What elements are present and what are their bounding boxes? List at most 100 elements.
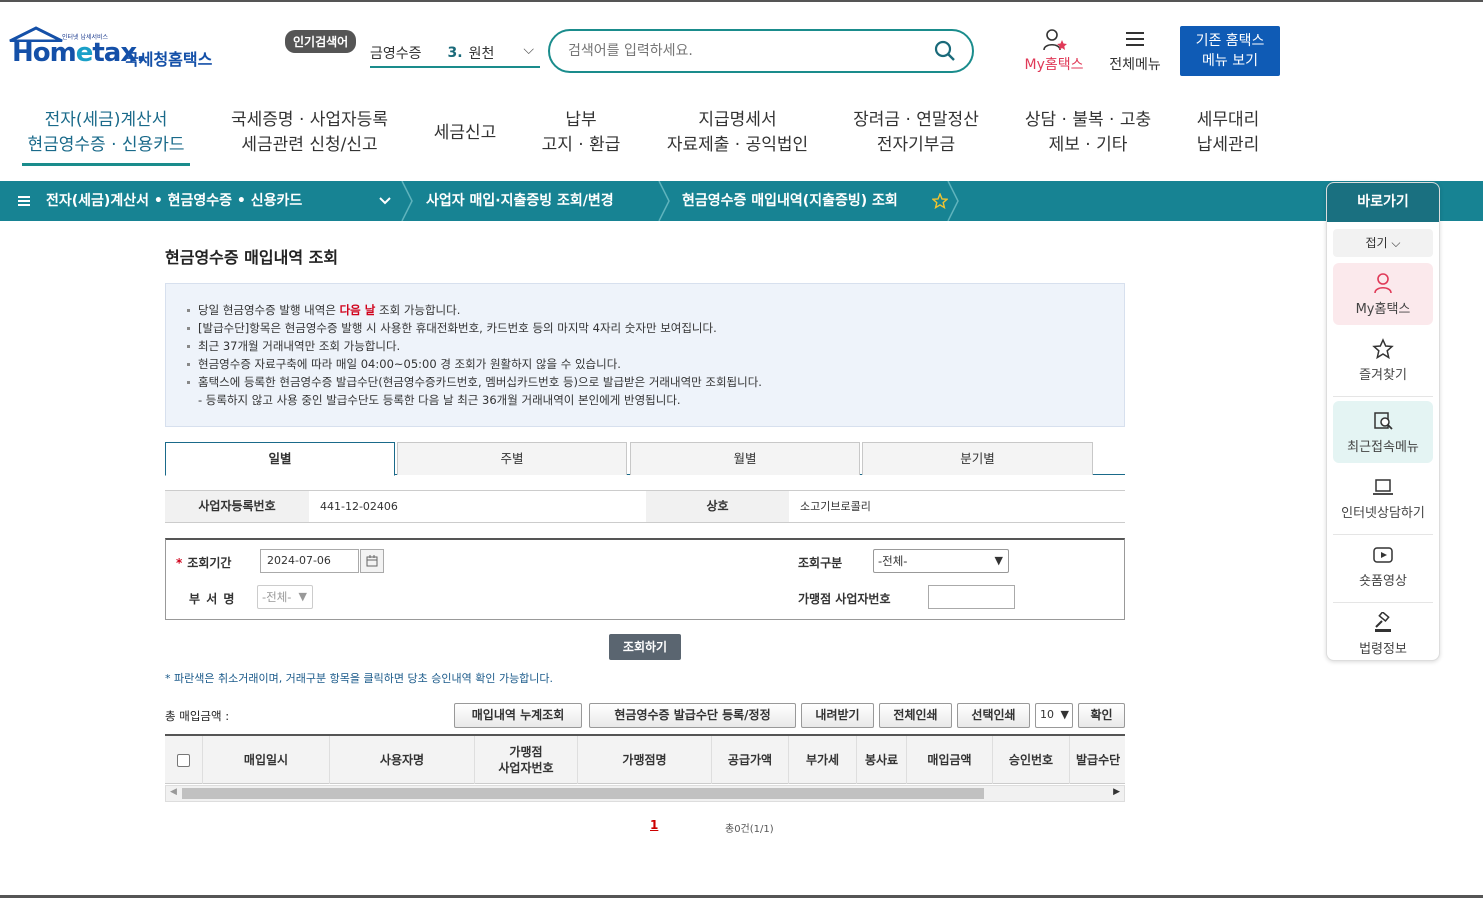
column-header[interactable]: 공급가액	[712, 736, 789, 784]
column-header[interactable]: 승인번호	[993, 736, 1070, 784]
tab-quarterly[interactable]: 분기별	[862, 442, 1093, 475]
quick-fold-button[interactable]: 접기 ⌵	[1333, 229, 1433, 257]
scroll-left-icon[interactable]: ◀	[170, 787, 177, 797]
column-header[interactable]: 사용자명	[330, 736, 475, 784]
column-header[interactable]: 매입일시	[203, 736, 330, 784]
gnb-item-einvoice[interactable]: 전자(세금)계산서 현금영수증 · 신용카드	[22, 108, 190, 166]
result-grid-header: 매입일시 사용자명 가맹점 사업자번호 가맹점명 공급가액 부가세 봉사료 매입…	[165, 734, 1125, 784]
gnb-item-tax-report[interactable]: 세금신고	[420, 121, 510, 146]
merchant-number-label: 가맹점 사업자번호	[798, 592, 891, 606]
company-name-value: 소고기브로콜리	[800, 500, 871, 513]
page-number-link[interactable]: 1	[650, 818, 658, 832]
quick-law-info[interactable]: 법령정보	[1333, 603, 1433, 660]
cumulative-search-button[interactable]: 매입내역 누계조회	[454, 703, 582, 728]
scroll-right-icon[interactable]: ▶	[1113, 787, 1120, 797]
search-button[interactable]: 조회하기	[609, 634, 681, 660]
tab-weekly[interactable]: 주별	[397, 442, 627, 475]
chevron-down-icon: ▼	[1060, 708, 1069, 721]
quick-online-consult[interactable]: 인터넷상담하기	[1333, 467, 1433, 535]
chevron-down-icon: ▼	[298, 590, 307, 603]
breadcrumb-level1[interactable]: 전자(세금)계산서 • 현금영수증 • 신용카드	[46, 181, 302, 221]
star-icon	[1372, 338, 1394, 360]
page-size-select[interactable]: 10 ▼	[1035, 703, 1073, 728]
my-hometax-link[interactable]: My홈택스	[1016, 28, 1092, 74]
column-header[interactable]: 가맹점 사업자번호	[475, 736, 578, 784]
select-all-checkbox[interactable]	[177, 753, 190, 767]
gavel-icon	[1375, 612, 1391, 632]
old-menu-button[interactable]: 기존 홈택스 메뉴 보기	[1180, 26, 1280, 76]
search-condition-box: * 조회기간 2024-07-06 조회구분 -전체- ▼ 부 서 명 -전체- ▼ …	[165, 538, 1125, 620]
quick-my-hometax[interactable]: My홈택스	[1333, 263, 1433, 325]
register-payment-method-button[interactable]: 현금영수증 발급수단 등록/정정	[589, 703, 796, 728]
quick-shortform-video[interactable]: 숏폼영상	[1333, 535, 1433, 603]
quick-menu: 바로가기 접기 ⌵ My홈택스 즐겨찾기 최근접속메뉴 인터넷상담하기 숏폼영상…	[1326, 182, 1440, 661]
play-icon	[1373, 547, 1393, 563]
column-header[interactable]: 매입금액	[907, 736, 993, 784]
popular-search-badge: 인기검색어	[285, 30, 357, 53]
column-header[interactable]: 발급수단	[1070, 736, 1125, 784]
column-header[interactable]: 가맹점명	[578, 736, 712, 784]
tab-daily[interactable]: 일별	[165, 442, 395, 476]
location-bar: 전자(세금)계산서 • 현금영수증 • 신용카드 사업자 매입·지출증빙 조회/…	[0, 181, 1483, 221]
quick-recent-menu[interactable]: 최근접속메뉴	[1333, 401, 1433, 463]
breadcrumb-separator-icon	[401, 181, 413, 221]
search-input[interactable]	[568, 39, 928, 63]
cancel-note: * 파란색은 취소거래이며, 거래구분 항목을 클릭하면 당초 승인내역 확인 …	[165, 672, 554, 685]
all-menu-button[interactable]: 전체메뉴	[1100, 28, 1170, 74]
chevron-down-icon: ▼	[994, 554, 1003, 567]
notice-item: 현금영수증 자료구축에 따라 매일 04:00~05:00 경 조회가 원활하지…	[186, 355, 1124, 373]
notice-box: 당일 현금영수증 발행 내역은 다음 날 조회 가능합니다. [발급수단]항목은…	[165, 283, 1125, 427]
logo-korean[interactable]: 국세청홈택스	[124, 46, 212, 70]
department-label: 부 서 명	[189, 592, 236, 606]
period-date-input[interactable]: 2024-07-06	[260, 549, 359, 573]
gnb-item-incentive[interactable]: 장려금 · 연말정산 전자기부금	[845, 108, 987, 158]
calendar-icon	[366, 555, 378, 567]
breadcrumb-level3: 현금영수증 매입내역(지출증빙) 조회	[682, 193, 898, 209]
search-type-label: 조회구분	[798, 556, 843, 570]
download-button[interactable]: 내려받기	[801, 703, 874, 728]
page-title: 현금영수증 매입내역 조회	[165, 248, 339, 267]
quick-menu-title: 바로가기	[1327, 183, 1439, 222]
confirm-button[interactable]: 확인	[1078, 703, 1125, 728]
notice-item: - 등록하지 않고 사용 중인 발급수단도 등록한 다음 날 최근 36개월 거…	[198, 393, 681, 407]
biz-number-label: 사업자등록번호	[165, 491, 309, 522]
notice-item: 홈택스에 등록한 현금영수증 발급수단(현금영수증카드번호, 멤버십카드번호 등…	[186, 373, 1124, 391]
global-nav: 전자(세금)계산서 현금영수증 · 신용카드 국세증명 · 사업자등록 세금관련 신…	[0, 108, 1320, 178]
menu-icon[interactable]	[18, 195, 30, 207]
business-info-table: 사업자등록번호 441-12-02406 상호 소고기브로콜리	[165, 490, 1125, 523]
print-selected-button[interactable]: 선택인쇄	[957, 703, 1030, 728]
biz-number-value: 441-12-02406	[320, 500, 398, 513]
chevron-down-icon[interactable]: ⌵	[523, 42, 534, 58]
breadcrumb-level2[interactable]: 사업자 매입·지출증빙 조회/변경	[426, 181, 614, 221]
scrollbar-thumb[interactable]	[182, 788, 984, 799]
horizontal-scrollbar[interactable]: ◀ ▶	[165, 785, 1125, 802]
period-tabs: 일별 주별 월별 분기별	[165, 442, 1125, 476]
tab-monthly[interactable]: 월별	[630, 442, 860, 475]
search-icon[interactable]	[934, 40, 956, 62]
department-select[interactable]: -전체- ▼	[257, 585, 313, 609]
gnb-item-payment[interactable]: 납부 고지 · 환급	[535, 108, 627, 158]
notice-item: 당일 현금영수증 발행 내역은 다음 날 조회 가능합니다.	[186, 301, 1124, 319]
quick-favorites[interactable]: 즐겨찾기	[1333, 329, 1433, 397]
gnb-item-consult[interactable]: 상담 · 불복 · 고충 제보 · 기타	[1018, 108, 1158, 158]
gnb-item-agent[interactable]: 세무대리 납세관리	[1188, 108, 1268, 158]
recent-search-icon	[1374, 412, 1393, 430]
popular-search-rolling[interactable]: 금영수증 3. 원천 ⌵	[370, 40, 540, 68]
chevron-down-icon[interactable]	[378, 196, 392, 206]
print-all-button[interactable]: 전체인쇄	[879, 703, 952, 728]
search-box	[548, 29, 974, 73]
search-type-select[interactable]: -전체- ▼	[873, 549, 1009, 573]
calendar-button[interactable]	[360, 549, 384, 573]
user-icon	[1374, 273, 1392, 294]
merchant-number-input[interactable]	[928, 585, 1015, 609]
user-star-icon	[1043, 29, 1067, 51]
company-name-label: 상호	[646, 491, 789, 522]
hamburger-icon	[1126, 32, 1144, 46]
column-header[interactable]: 봉사료	[857, 736, 907, 784]
period-label: * 조회기간	[176, 556, 232, 570]
gnb-item-certificate[interactable]: 국세증명 · 사업자등록 세금관련 신청/신고	[222, 108, 397, 158]
total-amount-label: 총 매입금액 :	[165, 709, 230, 723]
column-header[interactable]: 부가세	[789, 736, 857, 784]
breadcrumb-separator-icon	[947, 181, 959, 221]
gnb-item-statement[interactable]: 지급명세서 자료제출 · 공익법인	[660, 108, 815, 158]
